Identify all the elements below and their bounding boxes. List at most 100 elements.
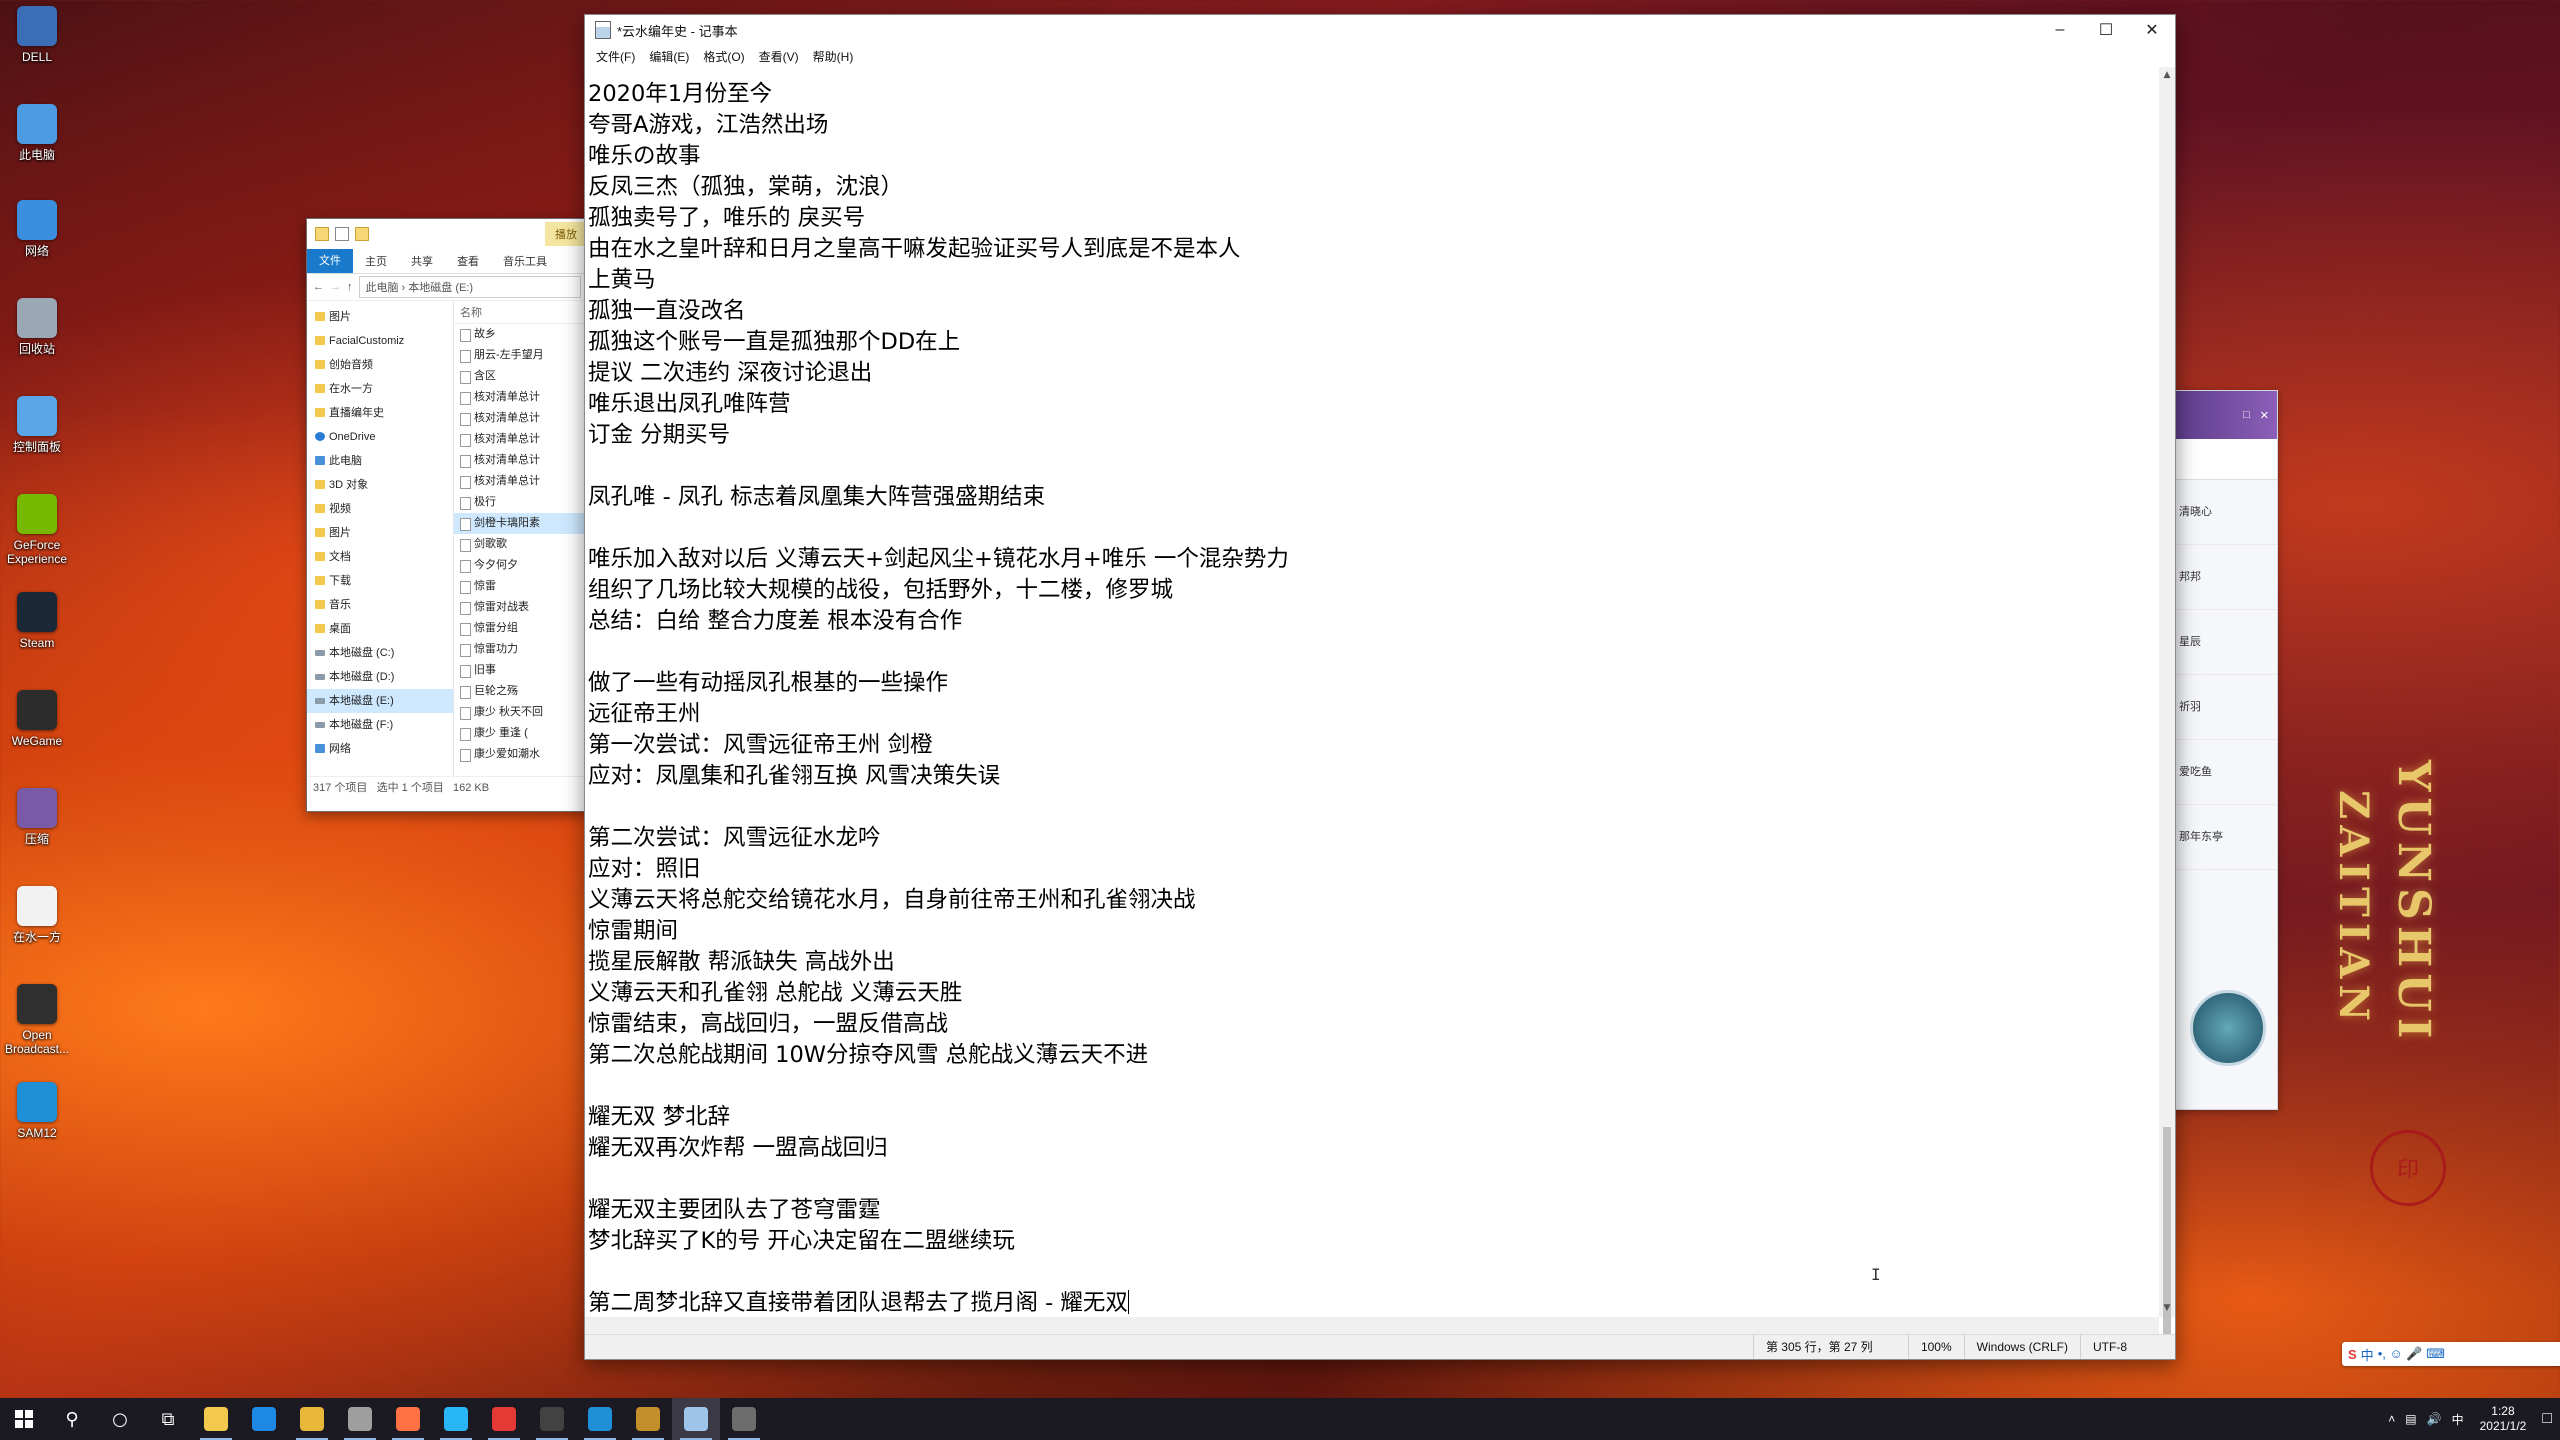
file-item[interactable]: 含区 [454, 366, 587, 387]
file-list[interactable]: 名称 故乡 朋云-左手望月 含区 核对清单总计 核对清单总计 核对清单总计 核对清单总计 核对… [454, 301, 587, 776]
taskbar-app-winrar[interactable] [624, 1398, 672, 1440]
taskbar-app-explorer-2[interactable] [288, 1398, 336, 1440]
desktop-icon[interactable]: 网络 [4, 200, 70, 258]
taskbar-app-app-orange[interactable] [384, 1398, 432, 1440]
ribbon-tab[interactable]: 文件 [307, 249, 353, 273]
text-editor[interactable]: 2020年1月份至今 夸哥A游戏，江浩然出场 唯乐の故事 反凤三杰（孤独，棠萌，沈浪）… [585, 67, 2159, 1317]
desktop-icon[interactable]: 此电脑 [4, 104, 70, 162]
ribbon-tab[interactable]: 共享 [399, 253, 445, 269]
nav-item[interactable]: 本地磁盘 (C:) [307, 641, 453, 665]
desktop-icon[interactable]: 压缩 [4, 788, 70, 846]
contact-item[interactable]: 爱吃鱼 [2173, 740, 2277, 805]
file-item[interactable]: 惊雷 [454, 576, 587, 597]
ime-tools[interactable]: •, ☺ 🎤 ⌨ [2378, 1346, 2445, 1362]
ime-mode[interactable]: 中 [2361, 1345, 2374, 1364]
menu-item[interactable]: 编辑(E) [642, 48, 696, 65]
nav-item[interactable]: 本地磁盘 (F:) [307, 713, 453, 737]
nav-item[interactable]: 本地磁盘 (D:) [307, 665, 453, 689]
taskbar-app-chrome[interactable] [336, 1398, 384, 1440]
address-bar[interactable]: ← → ↑ 此电脑 › 本地磁盘 (E:) [307, 274, 587, 301]
menu-item[interactable]: 查看(V) [752, 48, 806, 65]
taskbar-app-app-disc[interactable] [720, 1398, 768, 1440]
nav-item[interactable]: 直播编年史 [307, 401, 453, 425]
up-icon[interactable]: ↑ [347, 281, 353, 293]
file-item[interactable]: 惊雷对战表 [454, 597, 587, 618]
show-hidden-icons[interactable]: ˄ [2388, 1412, 2395, 1426]
close-button[interactable]: ✕ [2129, 15, 2175, 45]
desktop-icon[interactable]: GeForce Experience [4, 494, 70, 566]
nav-item[interactable]: 文档 [307, 545, 453, 569]
file-item[interactable]: 核对清单总计 [454, 471, 587, 492]
horizontal-scrollbar[interactable] [585, 1317, 2159, 1335]
nav-item[interactable]: 图片 [307, 521, 453, 545]
start-button[interactable] [0, 1398, 48, 1440]
desktop-icon[interactable]: 回收站 [4, 298, 70, 356]
scroll-up-icon[interactable]: ▲ [2159, 67, 2175, 84]
file-item[interactable]: 朋云-左手望月 [454, 345, 587, 366]
file-item[interactable]: 康少爱如潮水 [454, 744, 587, 765]
desktop-icon[interactable]: WeGame [4, 690, 70, 748]
file-item[interactable]: 康少 秋天不回 [454, 702, 587, 723]
ime-indicator[interactable]: 中 [2452, 1411, 2464, 1428]
taskbar-app-notepad[interactable] [672, 1398, 720, 1440]
desktop-icon[interactable]: 控制面板 [4, 396, 70, 454]
maximize-icon[interactable]: □ [2243, 409, 2250, 421]
nav-item[interactable]: 本地磁盘 (E:) [307, 689, 453, 713]
file-item[interactable]: 故乡 [454, 324, 587, 345]
scroll-down-icon[interactable]: ▼ [2159, 1300, 2175, 1317]
nav-item[interactable]: 在水一方 [307, 377, 453, 401]
contact-item[interactable]: 清晓心 [2173, 480, 2277, 545]
ribbon-tab[interactable]: 查看 [445, 253, 491, 269]
sogou-icon[interactable]: S [2348, 1347, 2357, 1362]
new-folder-icon[interactable] [355, 227, 369, 241]
nav-item[interactable]: OneDrive [307, 425, 453, 449]
contact-item[interactable]: 祈羽 [2173, 675, 2277, 740]
taskbar-app-edge[interactable] [240, 1398, 288, 1440]
menu-item[interactable]: 格式(O) [696, 48, 751, 65]
task-view-button[interactable]: ⧉ [144, 1398, 192, 1440]
nav-item[interactable]: 3D 对象 [307, 473, 453, 497]
taskbar-app-obs[interactable] [528, 1398, 576, 1440]
nav-item[interactable]: 音乐 [307, 593, 453, 617]
forward-icon[interactable]: → [330, 281, 341, 293]
taskbar-app-sam12[interactable] [576, 1398, 624, 1440]
column-header-name[interactable]: 名称 [454, 303, 587, 324]
maximize-button[interactable]: ☐ [2083, 15, 2129, 45]
file-item[interactable]: 惊雷功力 [454, 639, 587, 660]
tab-play[interactable]: 播放 [545, 222, 587, 246]
file-item[interactable]: 核对清单总计 [454, 429, 587, 450]
nav-item[interactable]: 图片 [307, 305, 453, 329]
nav-item[interactable]: 网络 [307, 737, 453, 761]
file-item[interactable]: 今夕何夕 [454, 555, 587, 576]
minimize-button[interactable]: – [2037, 15, 2083, 45]
clock[interactable]: 1:28 2021/1/2 [2474, 1404, 2533, 1434]
breadcrumb[interactable]: 此电脑 › 本地磁盘 (E:) [358, 276, 581, 298]
cortana-button[interactable]: ○ [96, 1398, 144, 1440]
nav-item[interactable]: FacialCustomiz [307, 329, 453, 353]
vertical-scrollbar[interactable]: ▲ ▼ [2159, 67, 2175, 1337]
back-icon[interactable]: ← [313, 281, 324, 293]
desktop-icon[interactable]: 在水一方 [4, 886, 70, 944]
file-item[interactable]: 核对清单总计 [454, 387, 587, 408]
desktop-icon[interactable]: DELL [4, 6, 70, 64]
volume-icon[interactable]: 🔊 [2427, 1412, 2442, 1426]
taskbar-app-file-explorer[interactable] [192, 1398, 240, 1440]
breadcrumb-item[interactable]: 此电脑 [366, 282, 399, 294]
search-button[interactable]: ⚲ [48, 1398, 96, 1440]
network-icon[interactable]: ▤ [2405, 1412, 2416, 1426]
desktop-icon[interactable]: Steam [4, 592, 70, 650]
ribbon-tab[interactable]: 主页 [353, 253, 399, 269]
nav-item[interactable]: 此电脑 [307, 449, 453, 473]
close-icon[interactable]: ✕ [2260, 409, 2269, 422]
file-item[interactable]: 旧事 [454, 660, 587, 681]
properties-icon[interactable] [335, 227, 349, 241]
contact-item[interactable]: 星辰 [2173, 610, 2277, 675]
file-item[interactable]: 核对清单总计 [454, 450, 587, 471]
desktop-icon[interactable]: SAM12 [4, 1082, 70, 1140]
nav-item[interactable]: 桌面 [307, 617, 453, 641]
nav-item[interactable]: 创始音频 [307, 353, 453, 377]
contact-item[interactable]: 那年东亭 [2173, 805, 2277, 870]
notepad-window[interactable]: *云水编年史 - 记事本 – ☐ ✕ 文件(F) 编辑(E) 格式(O) 查看(V) 帮… [584, 14, 2176, 1360]
file-item[interactable]: 康少 重逢 ( [454, 723, 587, 744]
contact-item[interactable]: 邦邦 [2173, 545, 2277, 610]
